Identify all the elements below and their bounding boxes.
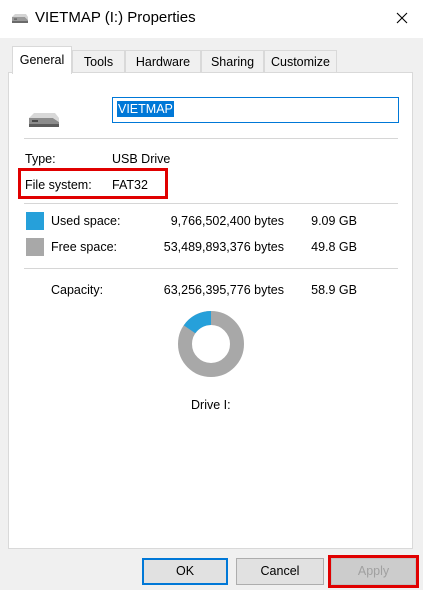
capacity-gb: 58.9 GB: [311, 283, 357, 297]
type-value: USB Drive: [112, 152, 171, 166]
title-bar: VIETMAP (I:) Properties: [0, 0, 423, 38]
close-icon: [396, 12, 408, 24]
tab-general[interactable]: General: [12, 46, 72, 74]
ok-button[interactable]: OK: [142, 558, 228, 585]
free-space-gb: 49.8 GB: [311, 240, 357, 254]
file-system-highlight-box: [18, 168, 168, 199]
used-space-label: Used space:: [51, 214, 121, 228]
volume-name-input[interactable]: VIETMAP: [112, 97, 399, 123]
tab-hardware[interactable]: Hardware: [125, 50, 201, 73]
close-button[interactable]: [385, 4, 419, 32]
usb-drive-icon: [29, 113, 59, 127]
used-space-arc: [183, 311, 212, 334]
separator: [24, 203, 398, 204]
apply-highlight-box: [328, 555, 419, 588]
volume-name-text: VIETMAP: [117, 101, 174, 117]
free-space-bytes: 53,489,893,376 bytes: [163, 240, 284, 254]
type-label: Type:: [25, 152, 56, 166]
usb-drive-icon: [12, 14, 28, 23]
capacity-bytes: 63,256,395,776 bytes: [163, 283, 284, 297]
tab-tools[interactable]: Tools: [72, 50, 125, 73]
used-space-bytes: 9,766,502,400 bytes: [170, 214, 284, 228]
free-space-swatch: [26, 238, 44, 256]
separator: [24, 138, 398, 139]
tab-customize[interactable]: Customize: [264, 50, 337, 73]
disk-usage-donut-chart: [178, 311, 244, 377]
window-title: VIETMAP (I:) Properties: [35, 9, 196, 26]
drive-letter-label: Drive I:: [191, 398, 231, 412]
tab-sharing[interactable]: Sharing: [201, 50, 264, 73]
used-space-swatch: [26, 212, 44, 230]
cancel-button[interactable]: Cancel: [236, 558, 324, 585]
separator: [24, 268, 398, 269]
capacity-label: Capacity:: [51, 283, 104, 297]
used-space-gb: 9.09 GB: [311, 214, 357, 228]
free-space-label: Free space:: [51, 240, 118, 254]
